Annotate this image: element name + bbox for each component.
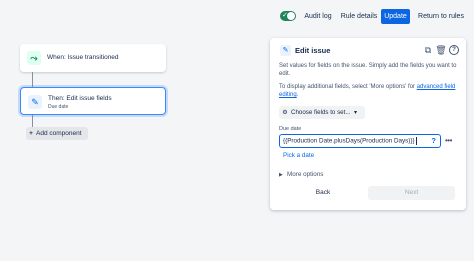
flow-connector <box>32 115 33 127</box>
rule-details-button[interactable]: Rule details <box>340 9 378 24</box>
panel-description: Set values for fields on the issue. Simp… <box>279 63 457 77</box>
audit-log-button[interactable]: Audit log <box>300 9 336 24</box>
panel-title: Edit issue <box>295 46 331 55</box>
rule-enabled-toggle[interactable]: ✓ <box>280 11 296 21</box>
update-button[interactable]: Update <box>381 9 410 24</box>
field-more-icon[interactable]: ••• <box>445 137 452 145</box>
text-caret <box>415 137 417 145</box>
add-component-button[interactable]: + Add component <box>26 127 88 140</box>
chevron-down-icon: ▾ <box>354 110 358 116</box>
next-button[interactable]: Next <box>368 186 455 200</box>
caret-right-icon: ▶ <box>279 172 283 178</box>
back-button[interactable]: Back <box>279 186 367 200</box>
plus-icon: + <box>29 130 33 137</box>
action-node[interactable]: ✎ Then: Edit issue fields Due date <box>20 87 166 115</box>
action-sublabel: Due date <box>48 104 69 110</box>
panel-hint: To display additional fields, select 'Mo… <box>279 83 459 99</box>
rule-canvas: ⤳ When: Issue transitioned ✎ Then: Edit … <box>0 30 474 261</box>
add-component-label: Add component <box>36 130 82 137</box>
choose-fields-dropdown[interactable]: ⚙ Choose fields to set... ▾ <box>279 106 365 119</box>
pencil-icon: ✎ <box>280 45 291 56</box>
due-date-value: {{Production Date.plusDays(Production Da… <box>283 137 415 145</box>
choose-fields-label: Choose fields to set... <box>291 109 351 116</box>
more-options-label: More options <box>287 171 324 178</box>
action-label: Then: Edit issue fields <box>48 95 112 102</box>
return-to-rules-button[interactable]: Return to rules <box>414 9 468 24</box>
top-bar: ✓ Audit log Rule details Update Return t… <box>0 6 474 28</box>
trigger-node[interactable]: ⤳ When: Issue transitioned <box>20 44 166 72</box>
copy-icon[interactable]: ⧉ <box>422 43 434 57</box>
gear-icon: ⚙ <box>282 109 288 116</box>
help-icon[interactable]: ? <box>448 43 460 57</box>
edit-issue-panel: ✎ Edit issue ⧉ 🗑 ? Set values for fields… <box>270 38 466 210</box>
flow-connector <box>32 72 33 87</box>
pick-a-date-link[interactable]: Pick a date <box>283 152 314 159</box>
due-date-label: Due date <box>279 126 302 132</box>
hint-prefix: To display additional fields, select 'Mo… <box>279 84 417 90</box>
due-date-input[interactable]: {{Production Date.plusDays(Production Da… <box>279 134 441 148</box>
toggle-knob <box>287 12 295 20</box>
transition-icon: ⤳ <box>27 51 41 65</box>
pencil-icon: ✎ <box>28 95 42 109</box>
hint-suffix: . <box>296 92 299 98</box>
smart-value-help-icon[interactable]: ? <box>431 135 436 146</box>
more-options-toggle[interactable]: ▶ More options <box>279 171 323 178</box>
trigger-label: When: Issue transitioned <box>47 54 119 61</box>
trash-icon[interactable]: 🗑 <box>435 43 447 57</box>
